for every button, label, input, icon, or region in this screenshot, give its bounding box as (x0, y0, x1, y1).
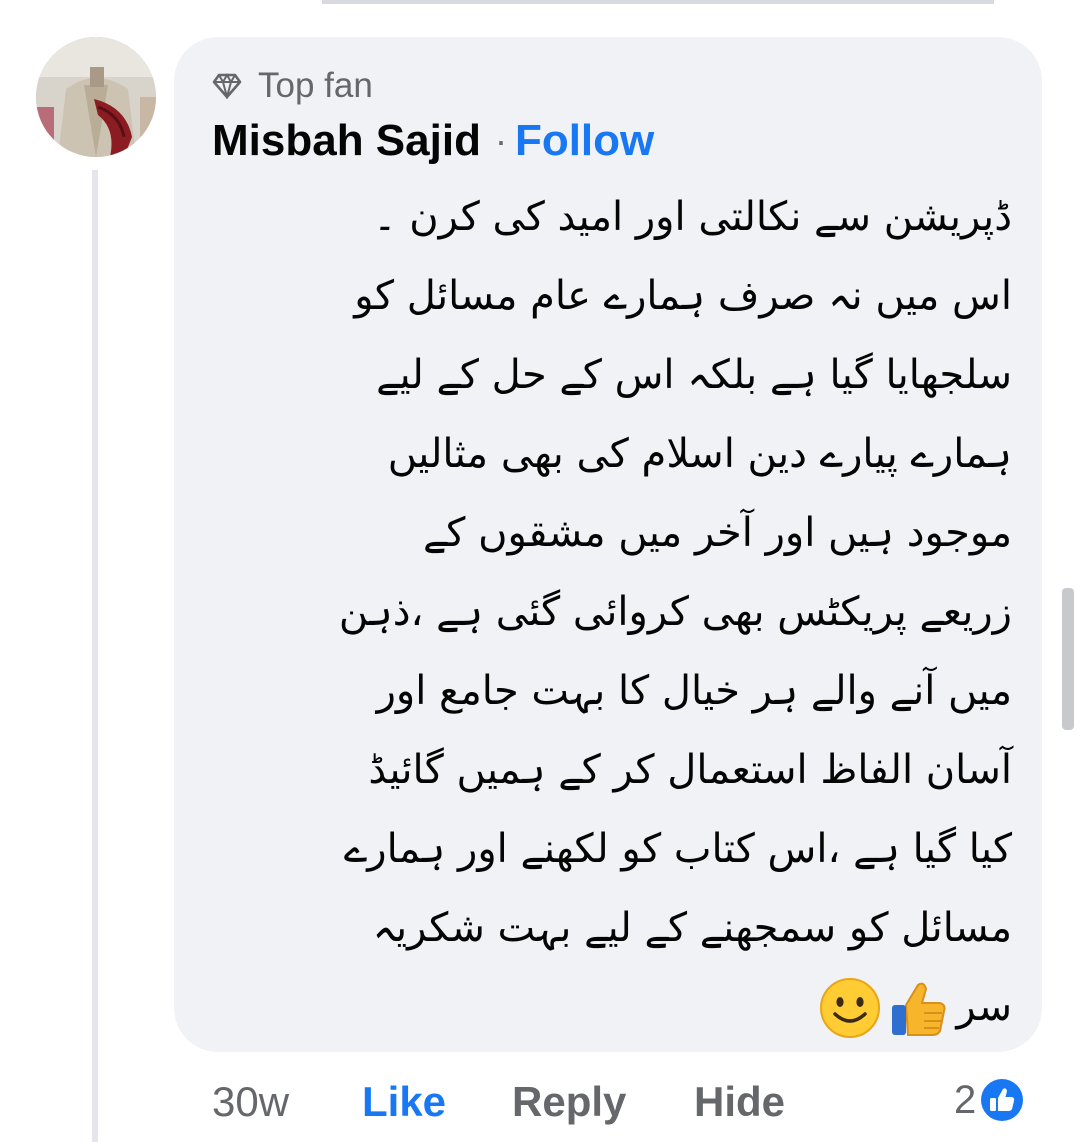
comment-line: کیا گیا ہے ،اس کتاب کو لکھنے اور ہمارے (343, 826, 1012, 872)
like-reaction-icon (981, 1079, 1024, 1121)
comment-line-text: سر (956, 984, 1012, 1030)
divider (322, 0, 994, 4)
comment-line: ڈپریشن سے نکالتی اور امید کی کرن ۔ (373, 194, 1012, 240)
profile-photo (36, 37, 156, 157)
comment-line: آسان الفاظ استعمال کر کے ہمیں گائیڈ (368, 747, 1012, 793)
comment-line: سلجھایا گیا ہے بلکہ اس کے حل کے لیے (376, 352, 1012, 398)
avatar[interactable] (36, 37, 156, 157)
comment-line: اس میں نہ صرف ہمارے عام مسائل کو (354, 273, 1012, 319)
reply-button[interactable]: Reply (512, 1078, 694, 1126)
comment-text: ڈپریشن سے نکالتی اور امید کی کرن ۔ اس می… (212, 178, 1012, 1047)
top-fan-badge: Top fan (212, 64, 373, 108)
comment-line: مسائل کو سمجھنے کے لیے بہت شکریہ (372, 905, 1012, 951)
badge-label: Top fan (258, 66, 373, 105)
comment-line: ہمارے پیارے دین اسلام کی بھی مثالیں (387, 431, 1012, 477)
reaction-summary[interactable]: 2 (954, 1072, 1024, 1128)
reaction-count: 2 (954, 1077, 977, 1122)
comment-line-last: سر (212, 968, 1012, 1047)
comment-line: زریعے پریکٹس بھی کروائی گئی ہے ،ذہن (338, 589, 1012, 635)
comment-line: موجود ہیں اور آخر میں مشقوں کے (422, 510, 1012, 556)
author-name[interactable]: Misbah Sajid (212, 116, 481, 166)
scrollbar[interactable] (1062, 588, 1074, 730)
comment-actions: 30w Like Reply Hide (212, 1070, 785, 1134)
like-button[interactable]: Like (362, 1078, 512, 1126)
comment-timestamp[interactable]: 30w (212, 1078, 362, 1126)
author-row: Misbah Sajid · Follow (212, 112, 654, 170)
hide-button[interactable]: Hide (694, 1078, 785, 1126)
thumbs-up-emoji-icon (892, 982, 946, 1036)
follow-button[interactable]: Follow (515, 116, 654, 166)
smiling-face-emoji-icon (820, 977, 881, 1038)
separator-dot: · (494, 120, 507, 161)
comment-line: میں آنے والے ہر خیال کا بہت جامع اور (376, 668, 1012, 714)
thread-line (92, 170, 98, 1142)
diamond-icon (212, 73, 242, 99)
